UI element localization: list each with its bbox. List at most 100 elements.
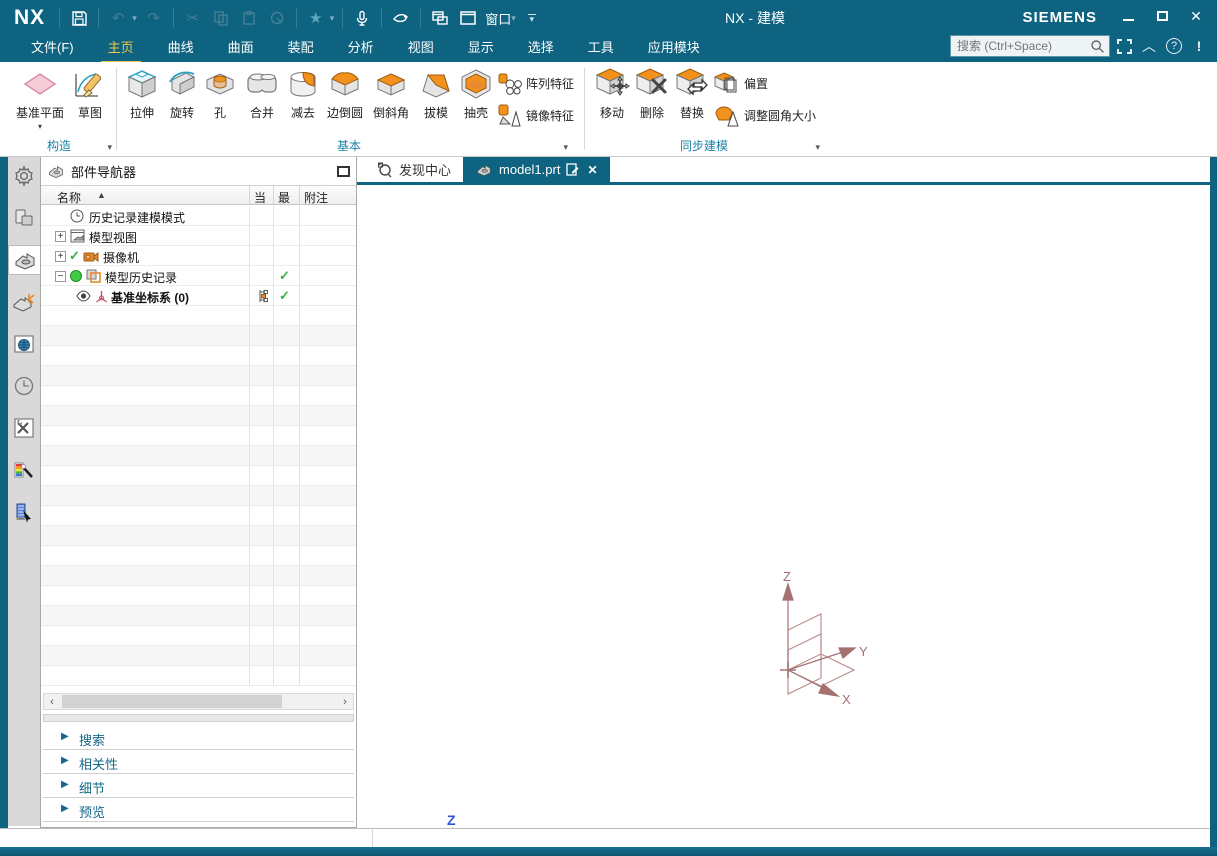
revolve-button[interactable]: 旋转 [160,66,204,121]
section-search[interactable]: ▶ 搜索 [41,726,356,750]
roles-gear-icon[interactable] [9,161,39,191]
tab-view[interactable]: 视图 [391,33,451,64]
extrude-button[interactable]: 拉伸 [120,66,164,121]
status-dot-icon[interactable] [70,270,82,282]
minimize-button[interactable] [1115,4,1141,28]
command-finder-icon[interactable] [390,7,412,29]
tree-row-model-views[interactable]: + 模型视图 [41,226,356,246]
tab-file[interactable]: 文件(F) [14,33,91,64]
scroll-left-icon[interactable]: ‹ [44,696,60,708]
fullscreen-icon[interactable] [1117,39,1132,54]
offset-button[interactable]: 偏置 [714,70,768,96]
undo-dropdown-icon[interactable]: ▾ [132,13,137,24]
horizontal-scrollbar[interactable]: ‹ › [43,693,354,710]
sort-ascending-icon[interactable]: ▲ [97,190,106,200]
search-input[interactable] [957,39,1090,53]
tab-selection[interactable]: 选择 [511,33,571,64]
undock-panel-icon[interactable] [337,166,350,177]
unite-button[interactable]: 合并 [240,66,284,121]
favorites-star-icon[interactable]: ★ [305,7,327,29]
chamfer-button[interactable]: 倒斜角 [368,66,414,121]
transform-icon[interactable] [266,7,288,29]
draft-button[interactable]: 拔模 [414,66,458,121]
datum-plane-button[interactable]: 基准平面 ▾ [10,66,70,131]
move-button[interactable]: 移动 [590,66,634,121]
maximize-button[interactable] [1149,4,1175,28]
tab-application[interactable]: 应用模块 [631,33,717,64]
navigator-column-header[interactable]: 名称 ▲ 当 最 附注 [41,185,356,205]
tab-assembly[interactable]: 装配 [271,33,331,64]
paste-icon[interactable] [238,7,260,29]
datum-csys[interactable]: Z Y X [765,570,875,705]
mirror-feature-button[interactable]: 镜像特征 [496,102,574,128]
voice-command-icon[interactable] [351,7,373,29]
check-icon[interactable]: ✓ [69,248,80,264]
cut-icon[interactable]: ✂ [182,7,204,29]
visibility-eye-icon[interactable] [75,288,91,304]
edge-blend-button[interactable]: 边倒圆 [322,66,368,121]
section-preview[interactable]: ▶ 预览 [41,798,356,822]
expand-icon[interactable]: + [55,231,66,242]
column-current[interactable]: 当 [254,189,266,206]
group-sync-dropdown-icon[interactable]: ▾ [815,142,820,153]
tab-display[interactable]: 显示 [451,33,511,64]
collapse-icon[interactable]: − [55,271,66,282]
current-feature-icon[interactable] [255,288,271,304]
replace-button[interactable]: 替换 [670,66,714,121]
group-construct-dropdown-icon[interactable]: ▾ [107,142,112,153]
sketch-button[interactable]: 草图 [70,66,110,121]
tools-icon[interactable] [9,413,39,443]
tree-row-history-mode[interactable]: 历史记录建模模式 [41,206,356,226]
resize-blend-button[interactable]: 调整圆角大小 [714,102,816,128]
cascade-windows-icon[interactable] [429,7,451,29]
tab-home[interactable]: 主页 [91,33,151,64]
tree-row-cameras[interactable]: + ✓ 摄像机 [41,246,356,266]
column-name[interactable]: 名称 [57,189,81,206]
web-browser-icon[interactable] [9,329,39,359]
maximize-window-icon[interactable] [457,7,479,29]
roles-rainbow-icon[interactable] [9,455,39,485]
undo-icon[interactable]: ↶ [107,7,129,29]
pattern-feature-button[interactable]: 阵列特征 [496,70,574,96]
minimize-ribbon-icon[interactable]: ▾ [528,14,536,22]
shell-button[interactable]: 抽壳 [454,66,498,121]
column-latest[interactable]: 最 [278,189,290,206]
assembly-navigator-icon[interactable] [9,203,39,233]
alert-icon[interactable]: ! [1189,38,1209,54]
group-basic-dropdown-icon[interactable]: ▾ [563,142,568,153]
favorites-dropdown-icon[interactable]: ▾ [330,13,335,24]
panel-splitter[interactable] [43,714,354,722]
collapse-ribbon-icon[interactable]: ︿ [1139,36,1159,56]
save-icon[interactable] [68,7,90,29]
section-dependencies[interactable]: ▶ 相关性 [41,750,356,774]
copy-icon[interactable] [210,7,232,29]
tab-discovery-center[interactable]: 发现中心 [365,157,463,182]
help-icon[interactable]: ? [1166,38,1182,54]
close-button[interactable]: ✕ [1183,4,1209,28]
scroll-right-icon[interactable]: › [337,696,353,708]
expand-icon[interactable]: + [55,251,66,262]
column-note[interactable]: 附注 [304,189,328,206]
tab-curve[interactable]: 曲线 [151,33,211,64]
constraint-navigator-icon[interactable] [9,287,39,317]
visualization-icon[interactable] [9,497,39,527]
part-navigator-icon[interactable] [8,245,40,275]
tab-tools[interactable]: 工具 [571,33,631,64]
datum-plane-dropdown-icon[interactable]: ▾ [38,122,42,131]
command-search[interactable] [950,35,1110,57]
tab-surface[interactable]: 曲面 [211,33,271,64]
model-viewport[interactable]: Z Y X [357,185,1210,828]
history-clock-icon[interactable] [9,371,39,401]
window-menu[interactable]: 窗口 ▾ [485,9,516,28]
redo-icon[interactable]: ↷ [143,7,165,29]
tree-row-datum-csys[interactable]: 基准坐标系 (0) ✓ [41,286,356,306]
hole-button[interactable]: 孔 [202,66,238,121]
delete-button[interactable]: 删除 [630,66,674,121]
section-details[interactable]: ▶ 细节 [41,774,356,798]
tree-row-model-history[interactable]: − 模型历史记录 ✓ [41,266,356,286]
tab-model1-prt[interactable]: model1.prt ✕ [463,157,609,182]
subtract-button[interactable]: 减去 [281,66,325,121]
scrollbar-thumb[interactable] [62,695,282,708]
tab-analysis[interactable]: 分析 [331,33,391,64]
tab-close-icon[interactable]: ✕ [587,163,597,177]
